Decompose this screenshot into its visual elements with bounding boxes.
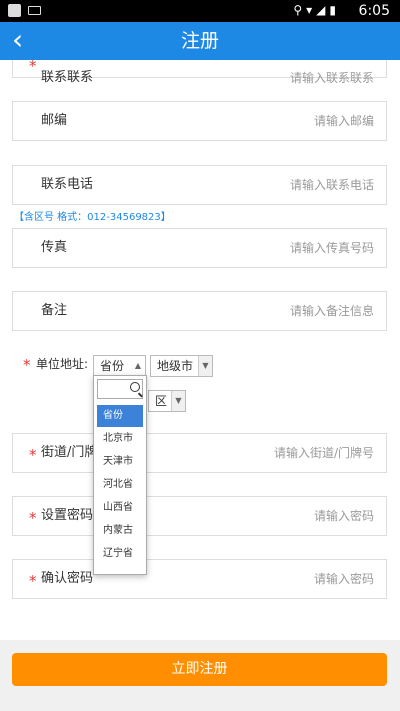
chevron-down-icon: ▼ xyxy=(171,391,185,411)
status-bar: ⚲▾◢▮ 6:05 xyxy=(0,0,400,22)
page-title: 注册 xyxy=(180,30,219,52)
province-select[interactable]: 省份 ▲ xyxy=(93,355,146,377)
status-icons: ⚲▾◢▮ xyxy=(293,3,340,17)
search-icon xyxy=(130,382,140,392)
form-container: * 联系联系 请输入联系联系 邮编 请输入邮编 联系电话 请输入联系电话 【含区… xyxy=(0,60,400,640)
chevron-up-icon: ▲ xyxy=(131,356,145,376)
postcode-input[interactable]: 请输入邮编 xyxy=(314,102,374,140)
contact-field-cut[interactable]: * 联系联系 请输入联系联系 xyxy=(12,60,387,85)
phone-label: 联系电话 xyxy=(41,177,94,192)
fax-field[interactable]: 传真 请输入传真号码 xyxy=(12,228,387,268)
password-label: 设置密码 xyxy=(41,508,94,523)
province-search-input[interactable] xyxy=(97,379,143,399)
street-input[interactable]: 请输入街道/门牌号 xyxy=(274,434,374,472)
city-select[interactable]: 地级市 ▼ xyxy=(150,355,213,377)
status-time: 6:05 xyxy=(358,3,390,19)
phone-format-hint: 【含区号 格式：012-34569823】 xyxy=(14,212,171,223)
submit-button[interactable]: 立即注册 xyxy=(12,653,387,686)
postcode-field[interactable]: 邮编 请输入邮编 xyxy=(12,101,387,141)
required-mark: * xyxy=(29,60,37,75)
phone-field[interactable]: 联系电话 请输入联系电话 xyxy=(12,165,387,205)
confirm-password-input[interactable]: 请输入密码 xyxy=(314,560,374,598)
phone-input[interactable]: 请输入联系电话 xyxy=(290,166,374,204)
province-option[interactable]: 河北省 xyxy=(97,474,143,496)
province-option[interactable]: 北京市 xyxy=(97,428,143,450)
province-option[interactable]: 内蒙古 xyxy=(97,520,143,542)
required-mark: * xyxy=(23,356,31,374)
password-field[interactable]: * 设置密码 请输入密码 xyxy=(12,496,387,536)
remark-input[interactable]: 请输入备注信息 xyxy=(290,292,374,330)
street-label: 街道/门牌 xyxy=(41,445,98,460)
chevron-down-icon: ▼ xyxy=(198,356,212,376)
confirm-password-field[interactable]: * 确认密码 请输入密码 xyxy=(12,559,387,599)
remark-label: 备注 xyxy=(41,303,68,318)
fax-label: 传真 xyxy=(41,240,68,255)
fax-input[interactable]: 请输入传真号码 xyxy=(290,229,374,267)
password-input[interactable]: 请输入密码 xyxy=(314,497,374,535)
required-mark: * xyxy=(29,509,37,527)
keyboard-icon xyxy=(28,6,41,15)
postcode-label: 邮编 xyxy=(41,113,68,128)
confirm-password-label: 确认密码 xyxy=(41,571,94,586)
required-mark: * xyxy=(29,572,37,590)
district-select[interactable]: 区 ▼ xyxy=(148,390,186,412)
address-label: 单位地址: xyxy=(36,357,89,371)
notification-icon xyxy=(8,4,21,17)
app-bar: ‹ 注册 xyxy=(0,22,400,60)
remark-field[interactable]: 备注 请输入备注信息 xyxy=(12,291,387,331)
street-field[interactable]: * 街道/门牌 请输入街道/门牌号 xyxy=(12,433,387,473)
province-dropdown: 省份 北京市 天津市 河北省 山西省 内蒙古 辽宁省 xyxy=(93,375,147,575)
required-mark: * xyxy=(29,446,37,464)
province-option[interactable]: 省份 xyxy=(97,405,143,427)
province-option[interactable]: 山西省 xyxy=(97,497,143,519)
province-option[interactable]: 辽宁省 xyxy=(97,543,143,565)
province-option[interactable]: 天津市 xyxy=(97,451,143,473)
